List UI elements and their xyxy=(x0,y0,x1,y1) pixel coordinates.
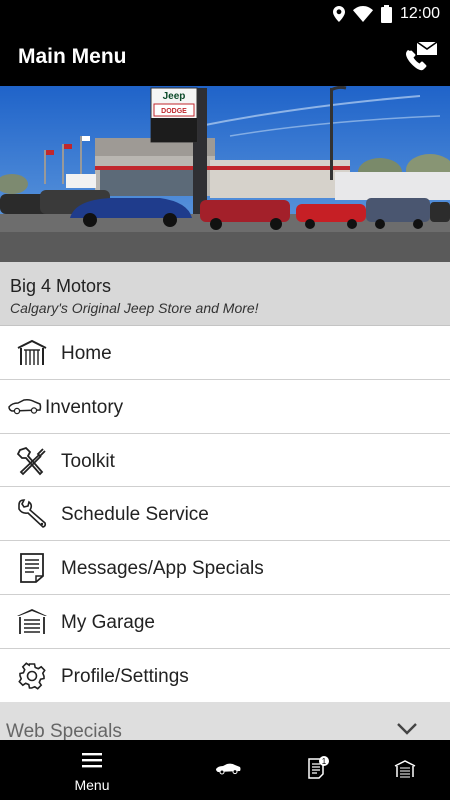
document-icon: 1 xyxy=(308,756,329,779)
menu-item-label: My Garage xyxy=(61,611,155,633)
menu-item-label: Schedule Service xyxy=(61,504,209,526)
battery-icon xyxy=(380,5,392,23)
menu-item-label: Messages/App Specials xyxy=(61,558,264,580)
menu-item-my-garage[interactable]: My Garage xyxy=(0,594,450,649)
page-title: Main Menu xyxy=(18,45,127,68)
home-icon xyxy=(17,339,47,365)
hero-image: Jeep DODGE xyxy=(0,86,450,262)
menu-item-label: Profile/Settings xyxy=(61,665,189,687)
status-time: 12:00 xyxy=(399,5,440,22)
app-bar: Main Menu xyxy=(0,28,450,86)
dealership-photo: Jeep DODGE xyxy=(0,86,450,262)
messages-badge: 1 xyxy=(322,757,327,766)
dealer-tagline: Calgary's Original Jeep Store and More! xyxy=(10,300,259,316)
dodge-sign: DODGE xyxy=(161,108,187,115)
menu-item-label: Home xyxy=(61,343,112,364)
garage-icon xyxy=(394,760,416,778)
menu-item-profile-settings[interactable]: Profile/Settings xyxy=(0,648,450,703)
dealer-name: Big 4 Motors xyxy=(10,276,112,296)
hamburger-icon xyxy=(82,753,102,768)
menu-item-messages-app-specials[interactable]: Messages/App Specials xyxy=(0,541,450,595)
main-menu-list: Home Inventory Toolkit Schedule Service … xyxy=(0,326,450,703)
web-specials-expander[interactable]: Web Specials xyxy=(0,702,450,742)
menu-item-label: Toolkit xyxy=(61,450,115,472)
chevron-down-icon xyxy=(397,723,417,735)
tab-garage[interactable] xyxy=(349,740,450,800)
bottom-nav: Menu 1 xyxy=(0,740,450,800)
gear-icon xyxy=(18,662,46,690)
tab-menu[interactable]: Menu xyxy=(36,740,148,800)
garage-icon xyxy=(17,608,47,634)
menu-item-toolkit[interactable]: Toolkit xyxy=(0,433,450,488)
jeep-sign: Jeep xyxy=(163,91,186,102)
car-icon xyxy=(8,398,42,415)
tab-menu-label: Menu xyxy=(74,777,110,793)
document-icon xyxy=(20,553,44,584)
tools-icon xyxy=(16,446,46,475)
car-icon xyxy=(216,763,241,775)
wifi-icon xyxy=(352,6,373,22)
menu-item-label: Inventory xyxy=(45,396,124,418)
status-bar: 12:00 xyxy=(0,0,450,28)
location-icon xyxy=(332,6,345,22)
menu-item-schedule-service[interactable]: Schedule Service xyxy=(0,487,450,542)
menu-item-inventory[interactable]: Inventory xyxy=(0,379,450,434)
contact-button[interactable] xyxy=(404,40,438,72)
menu-item-home[interactable]: Home xyxy=(0,326,450,380)
status-icons: 12:00 xyxy=(332,4,440,24)
wrench-icon xyxy=(18,499,47,529)
dealer-card: Big 4 Motors Calgary's Original Jeep Sto… xyxy=(0,262,450,326)
phone-mail-icon xyxy=(406,41,438,71)
